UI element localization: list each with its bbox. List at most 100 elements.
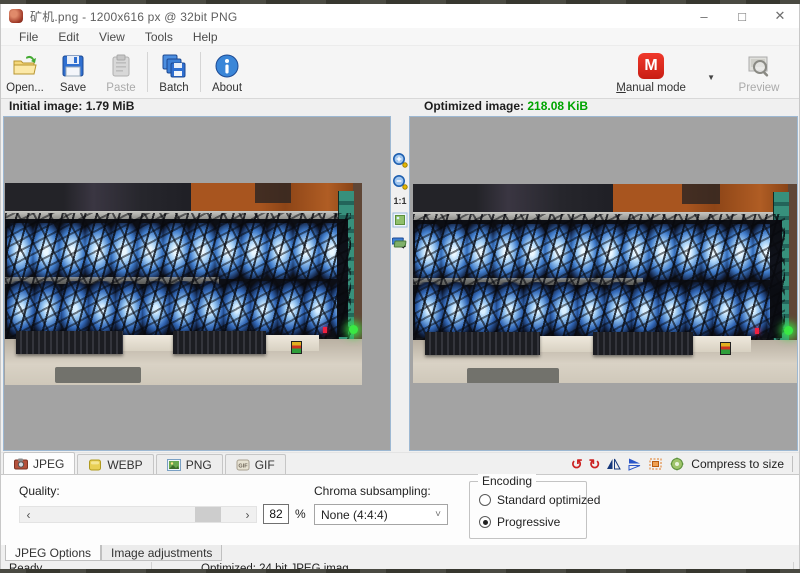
radio-progressive[interactable]: Progressive	[479, 515, 560, 529]
percent-sign: %	[295, 507, 306, 521]
encoding-groupbox: Encoding Standard optimized Progressive	[469, 481, 587, 539]
menu-file[interactable]: File	[9, 30, 48, 44]
close-button[interactable]: ✕	[761, 4, 799, 28]
transform-tools: ↺ ↻ Compress to size	[571, 453, 799, 474]
batch-label: Batch	[159, 82, 188, 94]
save-button[interactable]: Save	[49, 46, 97, 98]
chroma-subsampling-label: Chroma subsampling:	[314, 484, 431, 498]
photo-power-supply	[16, 331, 123, 354]
tab-image-adjustments[interactable]: Image adjustments	[101, 545, 222, 561]
paste-clipboard-icon	[108, 53, 134, 79]
toolbar-right-group: M Manual mode ▼ Preview	[609, 46, 799, 98]
svg-text:GIF: GIF	[238, 463, 248, 469]
radio-circle[interactable]	[479, 494, 491, 506]
manual-mode-label: Manual mode	[616, 82, 686, 94]
gif-tab-icon: GIF	[236, 459, 250, 471]
quality-value-input[interactable]: 82	[263, 504, 289, 524]
window-title: 矿机.png - 1200x616 px @ 32bit PNG	[30, 8, 237, 25]
initial-image-photo	[5, 183, 362, 385]
quality-slider[interactable]: ‹ ›	[19, 506, 257, 523]
open-label: Open...	[6, 82, 44, 94]
pan-scroll-icon[interactable]	[392, 234, 408, 250]
photo-cables	[5, 213, 351, 341]
format-tab-bar: JPEG WEBP PNG GIF GIF	[1, 452, 799, 474]
webp-tab-icon	[88, 459, 102, 471]
toolbar-separator	[147, 52, 148, 92]
manual-mode-icon: M	[638, 53, 664, 79]
flip-vertical-icon[interactable]	[627, 457, 642, 471]
zoom-out-icon[interactable]	[392, 174, 408, 190]
rotate-left-icon[interactable]: ↺	[571, 457, 583, 471]
menu-view[interactable]: View	[89, 30, 135, 44]
manual-mode-button[interactable]: M Manual mode	[609, 46, 693, 98]
photo-power-supply	[173, 331, 266, 354]
tab-jpeg[interactable]: JPEG	[3, 452, 75, 474]
paste-button[interactable]: Paste	[97, 46, 145, 98]
options-tab-bar: JPEG Options Image adjustments	[1, 545, 799, 562]
chroma-subsampling-select[interactable]: None (4:4:4) ˅	[314, 504, 448, 525]
manual-letter: M	[644, 57, 657, 75]
about-label: About	[212, 82, 242, 94]
optimized-image-panel[interactable]	[409, 116, 798, 451]
preview-label: Preview	[739, 82, 780, 94]
resize-icon[interactable]	[648, 457, 663, 471]
flip-horizontal-icon[interactable]	[606, 457, 621, 471]
compress-to-size-icon[interactable]	[669, 456, 685, 471]
chevron-down-icon: ˅	[435, 509, 441, 520]
radio-circle-checked[interactable]	[479, 516, 491, 528]
save-label: Save	[60, 82, 86, 94]
preview-magnifier-icon	[746, 53, 772, 79]
png-tab-icon	[167, 459, 181, 471]
batch-floppies-icon	[161, 53, 187, 79]
initial-image-info: Initial image: 1.79 MiB	[9, 99, 134, 113]
title-bar: 矿机.png - 1200x616 px @ 32bit PNG – □ ✕	[1, 4, 799, 28]
zoom-one-to-one-button[interactable]: 1:1	[393, 196, 406, 206]
jpeg-tab-icon	[14, 458, 28, 470]
tab-jpeg-options[interactable]: JPEG Options	[5, 545, 101, 561]
screenshot-bottom-edge	[0, 569, 800, 573]
preview-button[interactable]: Preview	[729, 46, 789, 98]
open-button[interactable]: Open...	[1, 46, 49, 98]
zoom-tool-strip: 1:1	[391, 116, 409, 451]
tab-gif[interactable]: GIF GIF	[225, 454, 286, 474]
batch-button[interactable]: Batch	[150, 46, 198, 98]
slider-track[interactable]	[37, 507, 239, 522]
open-folder-icon	[12, 53, 38, 79]
save-floppy-icon	[60, 53, 86, 79]
slider-right-arrow[interactable]: ›	[239, 507, 256, 522]
optimized-size-value: 218.08 KiB	[527, 99, 588, 113]
compress-to-size-button[interactable]: Compress to size	[691, 457, 784, 471]
mode-dropdown-arrow[interactable]: ▼	[693, 73, 729, 82]
jpeg-options-panel: Quality: ‹ › 82 % Chroma subsampling: No…	[1, 474, 799, 545]
about-info-icon	[214, 53, 240, 79]
photo-cube	[291, 341, 302, 354]
slider-left-arrow[interactable]: ‹	[20, 507, 37, 522]
minimize-button[interactable]: –	[685, 4, 723, 28]
quality-label: Quality:	[19, 484, 60, 498]
image-info-row: Initial image: 1.79 MiB Optimized image:…	[1, 99, 799, 116]
initial-image-panel[interactable]	[3, 116, 391, 451]
tab-png[interactable]: PNG	[156, 454, 223, 474]
rotate-right-icon[interactable]: ↻	[589, 457, 601, 471]
app-icon	[9, 9, 23, 23]
menu-bar: File Edit View Tools Help	[1, 28, 799, 46]
window-controls: – □ ✕	[685, 4, 799, 28]
about-button[interactable]: About	[203, 46, 251, 98]
optimized-image-photo	[413, 184, 797, 383]
maximize-button[interactable]: □	[723, 4, 761, 28]
optimized-image-info: Optimized image: 218.08 KiB	[424, 99, 588, 113]
encoding-legend: Encoding	[478, 474, 536, 488]
tab-webp[interactable]: WEBP	[77, 454, 153, 474]
paste-label: Paste	[106, 82, 135, 94]
menu-edit[interactable]: Edit	[48, 30, 89, 44]
fit-image-icon[interactable]	[392, 212, 408, 228]
riot-app-window: 矿机.png - 1200x616 px @ 32bit PNG – □ ✕ F…	[0, 4, 800, 569]
menu-help[interactable]: Help	[183, 30, 228, 44]
main-toolbar: Open... Save Paste	[1, 46, 799, 99]
radio-standard-optimized[interactable]: Standard optimized	[479, 493, 600, 507]
image-compare-area: 1:1	[1, 116, 799, 452]
slider-thumb[interactable]	[195, 507, 221, 522]
toolbar-separator	[200, 52, 201, 92]
zoom-in-icon[interactable]	[392, 152, 408, 168]
menu-tools[interactable]: Tools	[135, 30, 183, 44]
